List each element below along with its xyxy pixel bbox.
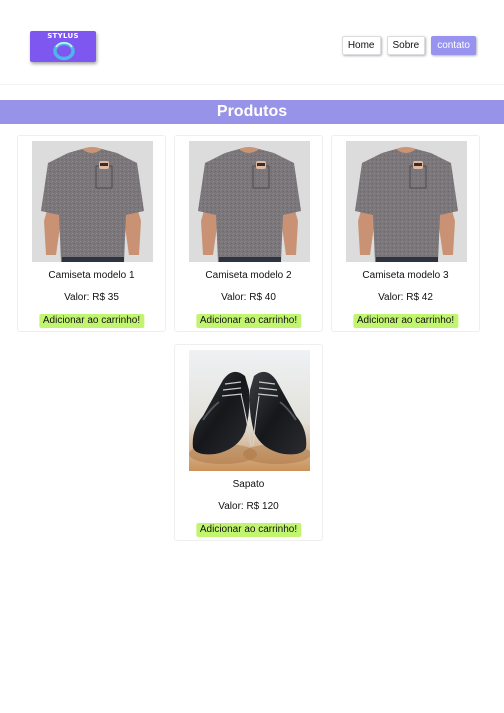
add-to-cart-button[interactable]: Adicionar ao carrinho! <box>195 523 302 537</box>
product-card: Camiseta modelo 2 Valor: R$ 40 Adicionar… <box>174 135 323 332</box>
product-card: Sapato Valor: R$ 120 Adicionar ao carrin… <box>174 344 323 541</box>
product-image-tshirt[interactable] <box>346 141 467 262</box>
section-title: Produtos <box>0 100 504 124</box>
nav-contato-button[interactable]: contato <box>431 36 476 55</box>
nav-sobre-button[interactable]: Sobre <box>386 36 426 55</box>
product-price: Valor: R$ 35 <box>64 292 119 303</box>
add-to-cart-button[interactable]: Adicionar ao carrinho! <box>38 314 145 328</box>
main-nav: Home Sobre contato <box>341 36 476 55</box>
logo-text: STYLUS <box>47 32 79 40</box>
logo[interactable]: STYLUS <box>30 31 96 62</box>
product-image-tshirt[interactable] <box>189 141 310 262</box>
product-image-shoes[interactable] <box>189 350 310 471</box>
add-to-cart-button[interactable]: Adicionar ao carrinho! <box>195 314 302 328</box>
product-image-tshirt[interactable] <box>32 141 153 262</box>
nav-home-button[interactable]: Home <box>341 36 381 55</box>
product-name: Sapato <box>232 479 265 490</box>
product-card: Camiseta modelo 1 Valor: R$ 35 Adicionar… <box>17 135 166 332</box>
product-name: Camiseta modelo 2 <box>205 270 292 281</box>
product-card: Camiseta modelo 3 Valor: R$ 42 Adicionar… <box>331 135 480 332</box>
product-name: Camiseta modelo 1 <box>48 270 135 281</box>
product-price: Valor: R$ 42 <box>378 292 433 303</box>
site-header: STYLUS Home Sobre contato <box>0 0 504 85</box>
product-price: Valor: R$ 120 <box>218 501 279 512</box>
logo-ring-icon <box>53 41 75 61</box>
product-name: Camiseta modelo 3 <box>362 270 449 281</box>
add-to-cart-button[interactable]: Adicionar ao carrinho! <box>352 314 459 328</box>
product-price: Valor: R$ 40 <box>221 292 276 303</box>
